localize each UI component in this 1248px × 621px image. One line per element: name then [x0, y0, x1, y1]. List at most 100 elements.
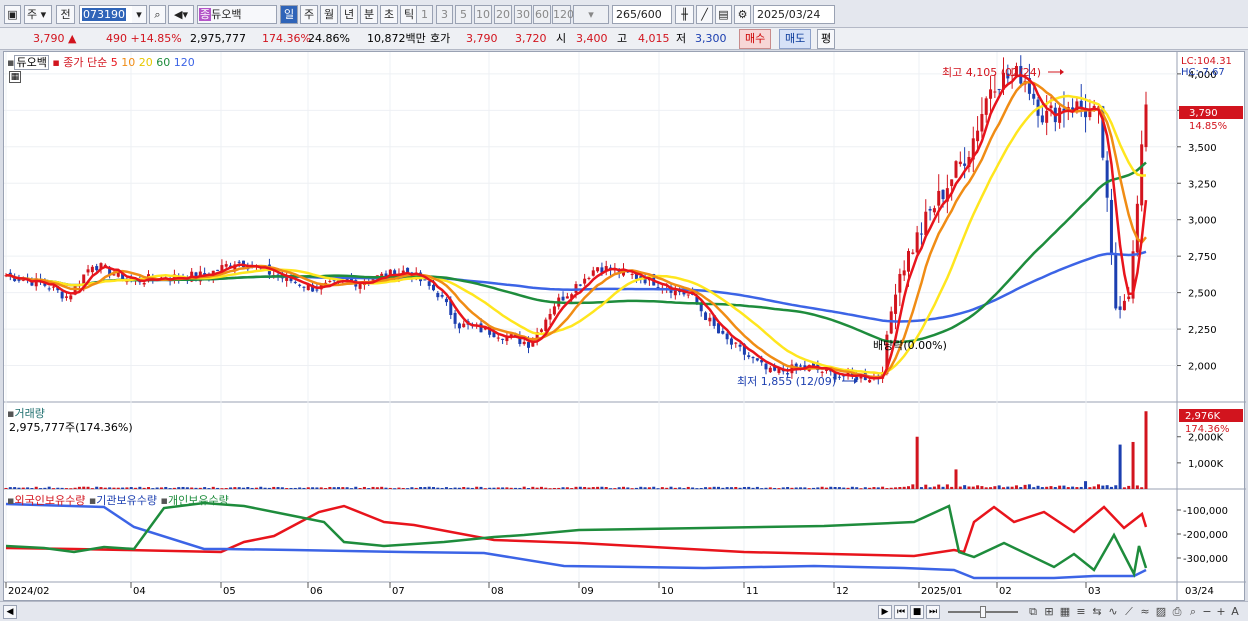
y-tick-label: 3,000: [1188, 216, 1217, 227]
volume-bar: [90, 488, 94, 490]
candle-body: [989, 89, 993, 99]
volume-bar: [272, 486, 276, 489]
volume-bar: [64, 488, 68, 490]
buy-button[interactable]: 매수: [739, 29, 772, 49]
legend-ma120[interactable]: 120: [174, 56, 195, 69]
candle-body: [868, 379, 872, 383]
indicator-icon[interactable]: ∿: [1106, 605, 1120, 619]
legend-ma20[interactable]: 20: [139, 56, 153, 69]
stock-name-field[interactable]: 종듀오백: [197, 5, 277, 24]
volume-bar: [833, 487, 837, 489]
count-button[interactable]: 20: [494, 5, 512, 24]
candle-body: [406, 267, 410, 273]
prev-button[interactable]: 전: [56, 5, 75, 24]
volume-bar: [250, 487, 254, 489]
candle-type-icon[interactable]: ╫: [675, 5, 694, 24]
scroll-left-icon[interactable]: ◀: [3, 605, 17, 619]
volume-bar: [475, 486, 479, 489]
volume-bar: [919, 487, 923, 489]
volume-bar: [211, 486, 215, 489]
image-icon[interactable]: ▨: [1154, 605, 1168, 619]
trend-icon[interactable]: ⟋: [1122, 605, 1136, 619]
legend-individual[interactable]: 개인보유수량: [168, 494, 229, 507]
volume-bar: [30, 487, 34, 489]
settings-gear-icon[interactable]: ⚙: [734, 5, 751, 24]
period-button[interactable]: 초: [380, 5, 398, 24]
count-button[interactable]: 30: [514, 5, 532, 24]
volume-bar: [17, 487, 21, 489]
last-icon[interactable]: ⏭: [926, 605, 940, 619]
volume-bar: [876, 487, 880, 489]
holding-lines: [5, 501, 1148, 580]
legend-institution[interactable]: 기관보유수량: [96, 494, 157, 507]
candle-body: [898, 273, 902, 293]
volume-bar: [375, 487, 379, 489]
save-icon[interactable]: ▤: [715, 5, 732, 24]
count-button[interactable]: 5: [455, 5, 472, 24]
legend-ma5[interactable]: 5: [111, 56, 118, 69]
volume-bar: [332, 487, 336, 489]
split-icon[interactable]: ⊞: [1042, 605, 1056, 619]
period-button[interactable]: 년: [340, 5, 358, 24]
zoom-in-icon[interactable]: ⌕: [1186, 605, 1200, 619]
count-button[interactable]: 60: [533, 5, 551, 24]
wave-icon[interactable]: ≈: [1138, 605, 1152, 619]
price-chart-svg[interactable]: 4,0003,7503,5003,2503,0002,7502,5002,250…: [4, 52, 1246, 602]
candle-body: [436, 292, 440, 298]
period-button[interactable]: 주: [300, 5, 318, 24]
volume-bar: [764, 487, 768, 489]
draw-line-icon[interactable]: ╱: [696, 5, 713, 24]
bottom-scrollbar[interactable]: ◀ ▶ ⏮ ■ ⏭ ⧉ ⊞ ▦ ≡ ⇆ ∿ ⟋ ≈ ▨ ⎙ ⌕ − + A: [0, 601, 1248, 621]
x-axis-ticks: 2024/02 04 05 06 07 08 09 10 11 12 2025/01 02 03: [5, 582, 1101, 597]
ma10-line: [5, 80, 1147, 379]
search-icon[interactable]: ⌕: [149, 5, 166, 24]
count-button[interactable]: 3: [436, 5, 453, 24]
volume-bar: [254, 487, 258, 489]
zoom-slider-handle[interactable]: [980, 606, 986, 618]
stop-icon[interactable]: ■: [910, 605, 924, 619]
layout-icon[interactable]: ⧉: [1026, 605, 1040, 619]
legend-stock-name[interactable]: 듀오백: [14, 55, 49, 70]
chart-area[interactable]: 4,0003,7503,5003,2503,0002,7502,5002,250…: [3, 51, 1246, 602]
volume-ratio: 174.36%: [262, 32, 311, 45]
count-button[interactable]: 1: [416, 5, 433, 24]
count-input[interactable]: 265/600: [612, 5, 672, 24]
period-button[interactable]: 분: [360, 5, 378, 24]
count-button[interactable]: 10: [474, 5, 492, 24]
compare-icon[interactable]: ⇆: [1090, 605, 1104, 619]
volume-bar: [151, 488, 155, 490]
legend-foreign[interactable]: 외국인보유수량: [14, 494, 85, 507]
candle-body: [958, 161, 962, 165]
quote-bar: 3,790 ▲ 490 +14.85% 2,975,777 174.36% 24…: [0, 28, 1248, 50]
scroll-right-icon[interactable]: ▶: [878, 605, 892, 619]
legend-ma-label[interactable]: ▪ 종가 단순: [52, 56, 107, 69]
volume-bar: [1002, 487, 1005, 489]
list-icon[interactable]: ≡: [1074, 605, 1088, 619]
volume-bar: [43, 487, 47, 489]
legend-ma10[interactable]: 10: [121, 56, 135, 69]
period-button[interactable]: 월: [320, 5, 338, 24]
legend-ma60[interactable]: 60: [156, 56, 170, 69]
speaker-icon[interactable]: ◀▾: [168, 5, 194, 24]
candle-body: [427, 281, 431, 286]
market-select[interactable]: 주 ▾: [24, 5, 52, 24]
eval-button[interactable]: 평: [817, 29, 836, 49]
text-tool-icon[interactable]: A: [1228, 605, 1242, 619]
sell-button[interactable]: 매도: [779, 29, 812, 49]
count-button[interactable]: 120: [552, 5, 574, 24]
zoom-out-icon[interactable]: −: [1200, 605, 1214, 619]
candle-body: [224, 264, 228, 267]
chart-window-icon[interactable]: ▣: [4, 5, 21, 24]
table-view-icon[interactable]: ▦: [9, 71, 21, 83]
date-field[interactable]: 2025/03/24: [753, 5, 835, 24]
count-dropdown[interactable]: ▾: [573, 5, 609, 24]
first-icon[interactable]: ⏮: [894, 605, 908, 619]
volume-bar: [889, 487, 893, 489]
print-icon[interactable]: ⎙: [1170, 605, 1184, 619]
grid-icon[interactable]: ▦: [1058, 605, 1072, 619]
period-button[interactable]: 일: [280, 5, 298, 24]
code-dropdown-icon[interactable]: ▾: [132, 5, 147, 24]
volume-bar: [837, 487, 841, 489]
add-icon[interactable]: +: [1214, 605, 1228, 619]
candle-body: [1144, 104, 1148, 148]
